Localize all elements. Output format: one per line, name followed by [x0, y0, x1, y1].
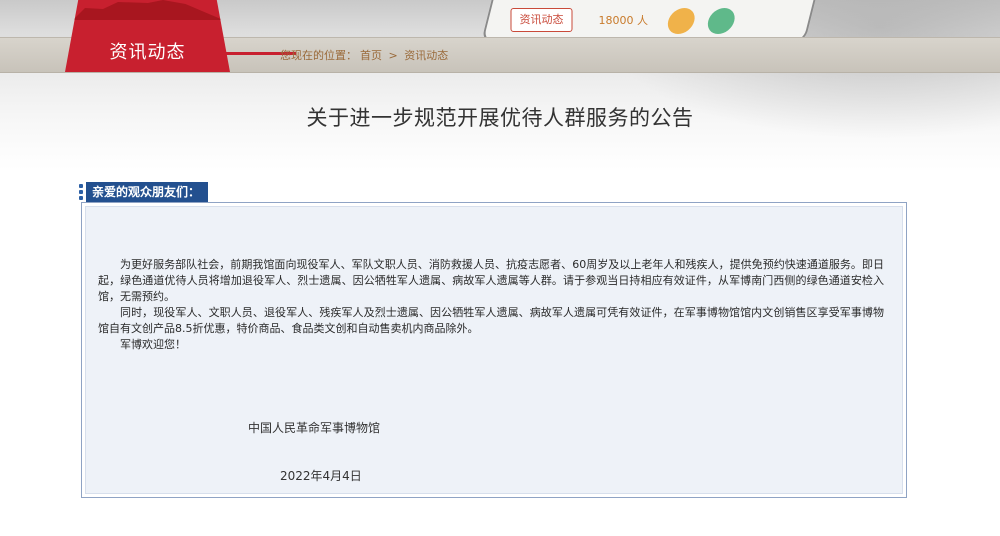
bullet-dots-icon [79, 184, 83, 200]
breadcrumb-current: 资讯动态 [404, 49, 449, 62]
breadcrumb: 您现在的位置： 首页 > 资讯动态 [280, 47, 451, 63]
breadcrumb-home-link[interactable]: 首页 [360, 49, 382, 62]
signature: 中国人民革命军事博物馆 [248, 421, 381, 435]
announcement-box: 为更好服务部队社会，前期我馆面向现役军人、军队文职人员、消防救援人员、抗疫志愿者… [81, 202, 907, 498]
phone-visitor-count: 18000 人 [598, 14, 648, 27]
paragraph: 同时，现役军人、文职人员、退役军人、残疾军人及烈士遗属、因公牺牲军人遗属、病故军… [98, 306, 884, 335]
breadcrumb-separator: > [388, 49, 398, 62]
tank-silhouette-icon [73, 0, 223, 20]
salutation-label: 亲爱的观众朋友们： [86, 182, 209, 202]
announcement-content: 为更好服务部队社会，前期我馆面向现役军人、军队文职人员、消防救援人员、抗疫志愿者… [85, 206, 903, 494]
phone-tab-label: 资讯动态 [510, 8, 573, 32]
phone-icon-orange [665, 8, 698, 34]
phone-icon-green [705, 8, 738, 34]
announcement-body: 为更好服务部队社会，前期我馆面向现役军人、军队文职人员、消防救援人员、抗疫志愿者… [98, 257, 884, 353]
paragraph: 为更好服务部队社会，前期我馆面向现役军人、军队文职人员、消防救援人员、抗疫志愿者… [98, 258, 884, 303]
breadcrumb-prefix: 您现在的位置： [280, 49, 357, 62]
page-title: 关于进一步规范开展优待人群服务的公告 [306, 106, 694, 130]
paragraph: 军博欢迎您！ [120, 338, 186, 351]
section-title: 资讯动态 [109, 42, 186, 63]
announcement-date: 2022年4月4日 [280, 469, 362, 483]
